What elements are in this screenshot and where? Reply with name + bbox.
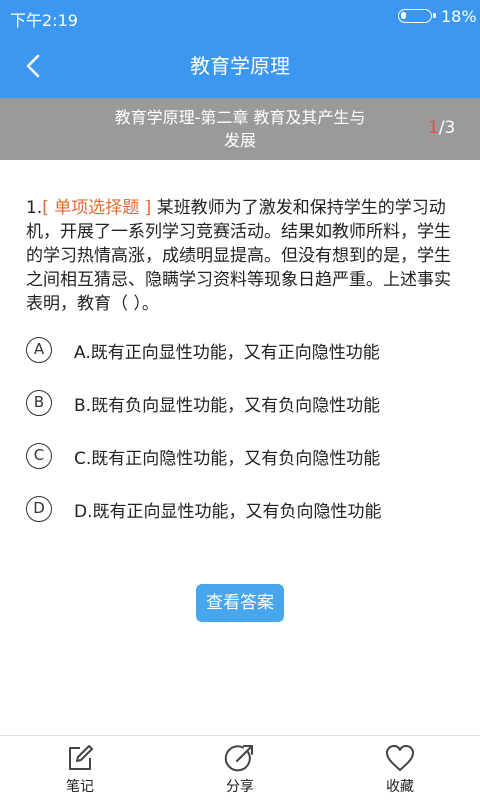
back-button[interactable] <box>18 48 52 84</box>
favorite-label: 收藏 <box>386 779 414 795</box>
question-stem: 1.[ 单项选择题 ] 某班教师为了激发和保持学生的学习动机，开展了一系列学习竞… <box>26 196 458 316</box>
bottom-toolbar: 笔记 分享 收藏 <box>0 735 480 801</box>
total-questions: /3 <box>438 118 456 138</box>
notes-label: 笔记 <box>66 779 94 795</box>
battery-percent: 18% <box>441 7 477 26</box>
share-label: 分享 <box>226 779 254 795</box>
page-title: 教育学原理 <box>190 54 290 78</box>
battery-icon <box>398 9 436 23</box>
notes-button[interactable]: 笔记 <box>0 736 160 801</box>
question-number: 1. <box>26 198 43 218</box>
share-icon <box>224 745 253 772</box>
option-c-text: C.既有正向隐性功能，又有负向隐性功能 <box>74 449 381 469</box>
option-d-text: D.既有正向显性功能，又有负向隐性功能 <box>74 502 382 522</box>
option-d-circle-icon: D <box>26 496 52 522</box>
status-time: 下午2:19 <box>10 11 78 30</box>
heart-icon <box>386 745 414 771</box>
chapter-bar: 教育学原理-第二章 教育及其产生与 发展 1/3 <box>0 98 480 160</box>
option-a-circle-icon: A <box>26 337 52 363</box>
chevron-left-icon <box>26 54 40 78</box>
option-b-circle-icon: B <box>26 390 52 416</box>
app-header: 下午2:19 18% 教育学原理 <box>0 0 480 98</box>
option-b-text: B.既有负向显性功能，又有负向隐性功能 <box>74 396 381 416</box>
title-bar: 教育学原理 <box>0 34 480 98</box>
battery-level <box>401 12 406 19</box>
view-answer-button[interactable]: 查看答案 <box>196 584 284 622</box>
chapter-title-line2: 发展 <box>223 131 256 150</box>
favorite-button[interactable]: 收藏 <box>320 736 480 801</box>
option-a[interactable]: A A.既有正向显性功能，又有正向隐性功能 <box>26 334 466 366</box>
current-question-number: 1 <box>428 118 439 138</box>
option-d[interactable]: D D.既有正向显性功能，又有负向隐性功能 <box>26 493 466 525</box>
option-c[interactable]: C C.既有正向隐性功能，又有负向隐性功能 <box>26 440 466 472</box>
option-b[interactable]: B B.既有负向显性功能，又有负向隐性功能 <box>26 387 466 419</box>
chapter-title: 教育学原理-第二章 教育及其产生与 发展 <box>80 106 400 152</box>
status-bar: 下午2:19 18% <box>0 0 480 34</box>
option-a-text: A.既有正向显性功能，又有正向隐性功能 <box>74 343 380 363</box>
question-counter: 1/3 <box>428 118 455 138</box>
edit-icon <box>69 745 93 770</box>
share-button[interactable]: 分享 <box>160 736 320 801</box>
option-c-circle-icon: C <box>26 443 52 469</box>
question-type: [ 单项选择题 ] <box>42 198 152 218</box>
chapter-title-line1: 教育学原理-第二章 教育及其产生与 <box>114 108 366 127</box>
